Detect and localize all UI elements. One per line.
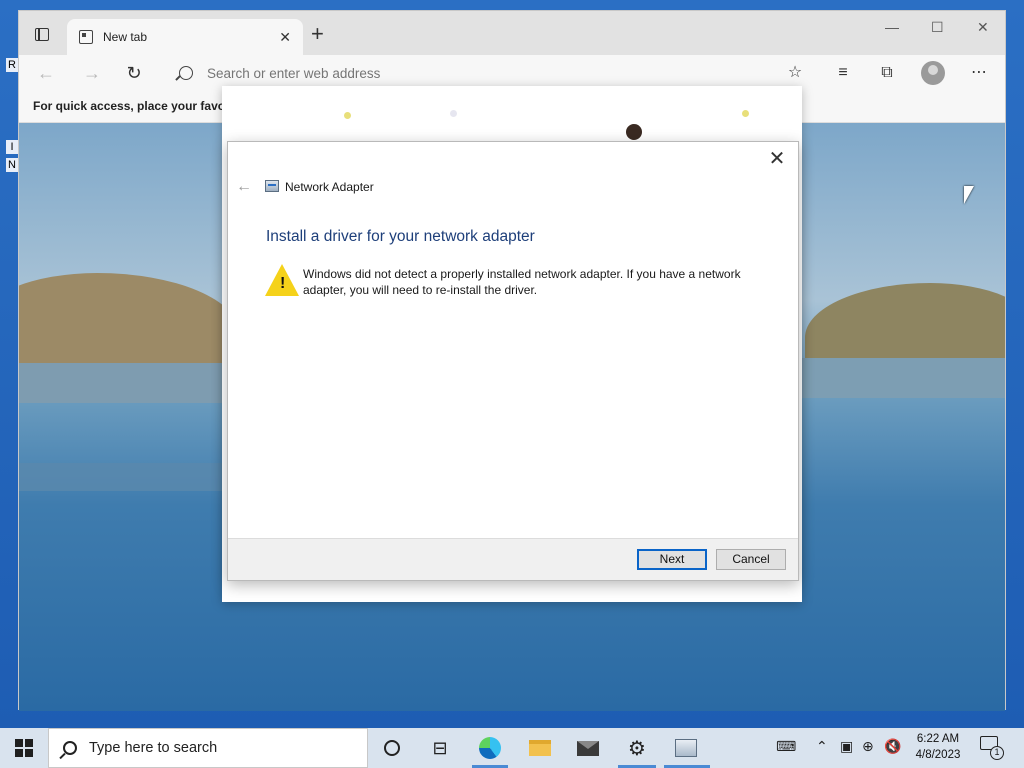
collections-icon[interactable]: ⧉ — [877, 63, 897, 83]
decoration-dot — [344, 112, 351, 119]
profile-avatar[interactable] — [921, 61, 945, 85]
edge-icon — [479, 737, 501, 759]
dialog-app-title: Network Adapter — [285, 180, 374, 194]
dialog-message: Windows did not detect a properly instal… — [303, 267, 741, 297]
desktop-icon-label: N — [6, 158, 18, 172]
windows-logo-icon — [15, 739, 33, 757]
chevron-up-icon[interactable]: ⌃ — [816, 738, 828, 755]
search-icon — [179, 66, 193, 80]
back-arrow-icon[interactable]: ← — [236, 178, 252, 196]
tab-actions-icon — [35, 27, 49, 41]
clock-time: 6:22 AM — [916, 733, 960, 745]
desktop-icon-label: I — [6, 140, 18, 154]
tab-actions-button[interactable] — [27, 21, 57, 47]
dialog-heading: Install a driver for your network adapte… — [266, 228, 535, 245]
taskbar-search-placeholder: Type here to search — [89, 740, 218, 756]
background-shore — [785, 358, 1005, 398]
favorites-hint: For quick access, place your favorit — [33, 99, 238, 113]
desktop-icon-label: R — [6, 58, 18, 72]
illustration-person — [626, 124, 642, 140]
address-input[interactable] — [207, 65, 767, 81]
network-adapter-dialog: ✕ ← Network Adapter Install a driver for… — [227, 141, 799, 581]
network-adapter-icon — [675, 739, 697, 757]
edge-button[interactable] — [478, 736, 502, 760]
search-icon — [63, 741, 77, 755]
background-band — [19, 463, 239, 491]
network-globe-icon[interactable]: ⊕ — [862, 738, 874, 755]
maximize-button[interactable]: ☐ — [931, 19, 944, 36]
network-adapter-icon — [265, 180, 279, 192]
more-menu-icon[interactable]: ⋯ — [969, 63, 989, 83]
background-shore — [19, 363, 239, 403]
taskbar-clock[interactable]: 6:22 AM 4/8/2023 — [902, 731, 974, 763]
minimize-button[interactable]: — — [885, 19, 899, 35]
dialog-footer: Next Cancel — [228, 538, 798, 580]
decoration-dot — [742, 110, 749, 117]
browser-titlebar: New tab ✕ + — ☐ ✕ — [19, 11, 1005, 55]
settings-gear-icon[interactable]: ⚙ — [625, 736, 649, 760]
tab-title: New tab — [103, 30, 148, 44]
keyboard-icon[interactable]: ⌨ — [776, 738, 796, 755]
file-explorer-button[interactable] — [528, 736, 552, 760]
refresh-button[interactable]: ↻ — [121, 61, 147, 85]
close-icon[interactable]: ✕ — [766, 148, 788, 170]
next-button[interactable]: Next — [637, 549, 707, 570]
decoration-dot — [450, 110, 457, 117]
close-window-button[interactable]: ✕ — [977, 19, 989, 36]
cortana-button[interactable] — [380, 736, 404, 760]
address-bar[interactable] — [165, 59, 815, 87]
taskbar: Type here to search ⊟ ⚙ ⌨ ⌃ ▣ ⊕ 🔇 6:22 A… — [0, 728, 1024, 768]
mail-button[interactable] — [576, 736, 600, 760]
meet-now-icon[interactable]: ▣ — [840, 738, 853, 755]
back-button[interactable]: ← — [33, 61, 59, 85]
cortana-icon — [384, 740, 400, 756]
favorites-icon[interactable]: ≡ — [833, 63, 853, 83]
volume-muted-icon[interactable]: 🔇 — [884, 738, 901, 755]
taskbar-search-box[interactable]: Type here to search — [48, 728, 368, 768]
add-favorite-icon[interactable]: ☆ — [785, 63, 805, 83]
mouse-cursor-icon — [964, 186, 974, 204]
network-adapter-taskbar-button[interactable] — [674, 736, 698, 760]
tab-close-icon[interactable]: ✕ — [279, 29, 291, 46]
new-tab-icon — [79, 30, 93, 44]
new-tab-button[interactable]: + — [311, 23, 324, 45]
task-view-icon[interactable]: ⊟ — [428, 736, 452, 760]
folder-icon — [529, 740, 551, 756]
start-button[interactable] — [0, 728, 48, 768]
notification-button[interactable]: 1 — [980, 736, 1004, 760]
notification-badge: 1 — [990, 746, 1004, 760]
cancel-button[interactable]: Cancel — [716, 549, 786, 570]
tab-new-tab[interactable]: New tab ✕ — [67, 19, 303, 55]
mail-icon — [577, 740, 599, 756]
warning-mark: ! — [280, 275, 286, 292]
clock-date: 4/8/2023 — [915, 749, 961, 761]
forward-button[interactable]: → — [79, 61, 105, 85]
